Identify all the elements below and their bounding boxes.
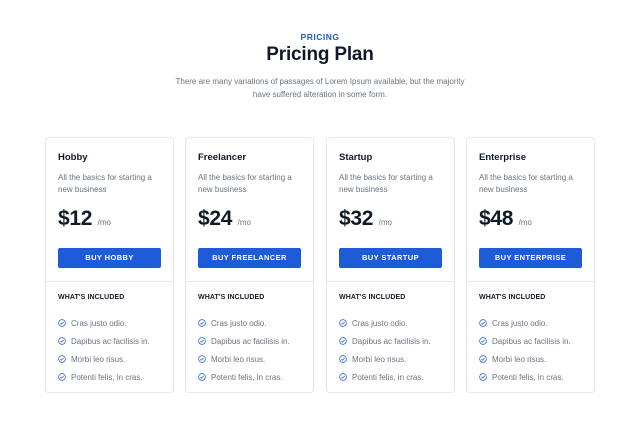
plan-period: /mo <box>518 218 532 227</box>
plan-period: /mo <box>97 218 111 227</box>
check-circle-icon <box>339 373 347 381</box>
pricing-card-freelancer: Freelancer All the basics for starting a… <box>185 137 314 393</box>
plan-name: Enterprise <box>479 152 526 163</box>
feature-item: Cras justo odio. <box>58 314 150 332</box>
buy-freelancer-button[interactable]: BUY FREELANCER <box>198 248 301 268</box>
plan-description: All the basics for starting a new busine… <box>198 173 292 194</box>
pricing-card-enterprise: Enterprise All the basics for starting a… <box>466 137 595 393</box>
feature-item: Cras justo odio. <box>479 314 571 332</box>
feature-label: Cras justo odio. <box>71 318 127 328</box>
feature-item: Cras justo odio. <box>198 314 290 332</box>
feature-list: Cras justo odio. Dapibus ac facilisis in… <box>339 314 431 386</box>
section-eyebrow: PRICING <box>300 32 340 42</box>
feature-label: Cras justo odio. <box>352 318 408 328</box>
feature-item: Dapibus ac facilisis in. <box>198 332 290 350</box>
check-circle-icon <box>58 337 66 345</box>
feature-item: Dapibus ac facilisis in. <box>58 332 150 350</box>
feature-list: Cras justo odio. Dapibus ac facilisis in… <box>479 314 571 386</box>
card-divider <box>46 281 173 282</box>
feature-list: Cras justo odio. Dapibus ac facilisis in… <box>198 314 290 386</box>
plan-period: /mo <box>237 218 251 227</box>
feature-label: Potenti felis, in cras. <box>352 372 424 382</box>
feature-label: Cras justo odio. <box>492 318 548 328</box>
card-divider <box>186 281 313 282</box>
feature-label: Morbi leo risus. <box>211 354 266 364</box>
feature-label: Cras justo odio. <box>211 318 267 328</box>
plan-price: $24 <box>198 207 233 230</box>
page-title: Pricing Plan <box>266 44 374 65</box>
card-divider <box>327 281 454 282</box>
plan-price: $32 <box>339 207 374 230</box>
feature-item: Cras justo odio. <box>339 314 431 332</box>
plan-price-row: $48 /mo <box>479 207 532 231</box>
check-circle-icon <box>339 337 347 345</box>
check-circle-icon <box>339 355 347 363</box>
included-heading: WHAT'S INCLUDED <box>479 294 546 301</box>
plan-price-row: $32 /mo <box>339 207 392 231</box>
feature-label: Potenti felis, in cras. <box>211 372 283 382</box>
page-subtitle: There are many variations of passages of… <box>175 77 465 99</box>
feature-label: Morbi leo risus. <box>492 354 547 364</box>
feature-item: Dapibus ac facilisis in. <box>479 332 571 350</box>
check-circle-icon <box>479 373 487 381</box>
check-circle-icon <box>198 337 206 345</box>
plan-name: Startup <box>339 152 373 163</box>
check-circle-icon <box>198 355 206 363</box>
included-heading: WHAT'S INCLUDED <box>198 294 265 301</box>
check-circle-icon <box>479 355 487 363</box>
plan-description: All the basics for starting a new busine… <box>479 173 573 194</box>
feature-item: Morbi leo risus. <box>58 350 150 368</box>
check-circle-icon <box>198 373 206 381</box>
feature-label: Dapibus ac facilisis in. <box>211 336 290 346</box>
plan-description: All the basics for starting a new busine… <box>339 173 433 194</box>
plan-period: /mo <box>378 218 392 227</box>
plan-description: All the basics for starting a new busine… <box>58 173 152 194</box>
plan-price: $12 <box>58 207 93 230</box>
feature-label: Potenti felis, in cras. <box>71 372 143 382</box>
feature-item: Potenti felis, in cras. <box>58 368 150 386</box>
plan-price-row: $12 /mo <box>58 207 111 231</box>
feature-item: Potenti felis, in cras. <box>479 368 571 386</box>
feature-item: Dapibus ac facilisis in. <box>339 332 431 350</box>
feature-item: Morbi leo risus. <box>479 350 571 368</box>
feature-item: Potenti felis, in cras. <box>198 368 290 386</box>
card-divider <box>467 281 594 282</box>
check-circle-icon <box>479 337 487 345</box>
feature-label: Morbi leo risus. <box>71 354 126 364</box>
feature-item: Morbi leo risus. <box>339 350 431 368</box>
feature-list: Cras justo odio. Dapibus ac facilisis in… <box>58 314 150 386</box>
check-circle-icon <box>339 319 347 327</box>
plan-name: Freelancer <box>198 152 247 163</box>
check-circle-icon <box>198 319 206 327</box>
buy-enterprise-button[interactable]: BUY ENTERPRISE <box>479 248 582 268</box>
feature-label: Dapibus ac facilisis in. <box>352 336 431 346</box>
check-circle-icon <box>58 319 66 327</box>
plan-price: $48 <box>479 207 514 230</box>
buy-startup-button[interactable]: BUY STARTUP <box>339 248 442 268</box>
pricing-card-hobby: Hobby All the basics for starting a new … <box>45 137 174 393</box>
plan-name: Hobby <box>58 152 88 163</box>
buy-hobby-button[interactable]: BUY HOBBY <box>58 248 161 268</box>
feature-label: Potenti felis, in cras. <box>492 372 564 382</box>
feature-label: Dapibus ac facilisis in. <box>71 336 150 346</box>
pricing-cards: Hobby All the basics for starting a new … <box>45 137 595 393</box>
feature-label: Dapibus ac facilisis in. <box>492 336 571 346</box>
plan-price-row: $24 /mo <box>198 207 251 231</box>
feature-label: Morbi leo risus. <box>352 354 407 364</box>
check-circle-icon <box>58 373 66 381</box>
feature-item: Potenti felis, in cras. <box>339 368 431 386</box>
feature-item: Morbi leo risus. <box>198 350 290 368</box>
pricing-card-startup: Startup All the basics for starting a ne… <box>326 137 455 393</box>
check-circle-icon <box>479 319 487 327</box>
included-heading: WHAT'S INCLUDED <box>58 294 125 301</box>
check-circle-icon <box>58 355 66 363</box>
included-heading: WHAT'S INCLUDED <box>339 294 406 301</box>
